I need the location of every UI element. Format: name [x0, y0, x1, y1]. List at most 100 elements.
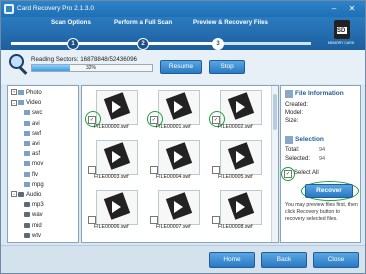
audio-icon	[24, 222, 30, 228]
file-checkbox[interactable]	[212, 216, 220, 224]
file-thumbnail[interactable]: ✓ FILE00000.swf	[85, 90, 138, 130]
file-name: FILE00004.swf	[156, 174, 191, 180]
file-thumbnail[interactable]: FILE00003.swf	[86, 140, 138, 180]
file-checkbox[interactable]	[88, 166, 96, 174]
tree-item-label: swf	[32, 130, 41, 137]
video-file-icon[interactable]	[220, 140, 262, 175]
tree-item[interactable]: wav	[24, 211, 43, 219]
recover-button[interactable]: Recover	[305, 184, 353, 198]
tree-item[interactable]: flv	[24, 171, 38, 179]
close-button[interactable]: Close	[313, 252, 359, 268]
home-button[interactable]: Home	[209, 252, 255, 268]
wizard-steps: Scan Options Perform a Full Scan Preview…	[1, 17, 365, 50]
folder-icon	[24, 151, 30, 157]
file-checkbox[interactable]: ✓	[88, 116, 96, 124]
video-file-icon[interactable]	[220, 190, 262, 225]
total-label: Total:	[285, 147, 300, 153]
tree-item[interactable]: swc	[24, 109, 42, 117]
expander-icon[interactable]: –	[11, 191, 17, 198]
tree-item[interactable]: wtv	[24, 232, 41, 240]
file-thumbnail[interactable]: FILE00008.swf	[210, 190, 262, 230]
back-button[interactable]: Back	[261, 252, 307, 268]
audio-icon	[24, 212, 30, 218]
file-name: FILE00003.swf	[94, 174, 129, 180]
sd-card-brand: MEMORY CARD	[327, 41, 355, 45]
sector-count: 16878848/52436096	[80, 56, 137, 63]
step-3-dot: 3	[212, 38, 224, 50]
folder-icon	[18, 100, 24, 106]
audio-icon	[24, 232, 30, 238]
select-all-checkbox[interactable]: ✓	[284, 170, 292, 178]
file-checkbox[interactable]: ✓	[212, 116, 220, 124]
expander-icon[interactable]: +	[11, 89, 17, 96]
tree-item-label: mp3	[32, 202, 44, 209]
close-window-button[interactable]: ✕	[345, 3, 359, 14]
file-name: FILE00001.swf	[156, 124, 191, 130]
tree-item[interactable]: mid	[24, 222, 42, 230]
scroll-thumb[interactable]	[273, 94, 277, 130]
magnifier-icon	[9, 54, 29, 75]
file-type-tree: + Photo – Video swc avi swf avi asf mov flv mpg – Aud…	[7, 85, 79, 243]
step-2-label: Perform a Full Scan	[114, 19, 173, 26]
file-thumbnail[interactable]: FILE00006.swf	[86, 190, 138, 230]
file-thumbnail[interactable]: ✓ FILE00001.swf	[147, 90, 200, 130]
folder-icon	[24, 110, 30, 116]
window-title: Card Recovery Pro 2.1.3.0	[17, 5, 94, 12]
tree-item[interactable]: asf	[24, 150, 40, 158]
tree-item[interactable]: swf	[24, 130, 41, 138]
folder-icon	[24, 140, 30, 146]
minimize-button[interactable]: –	[327, 3, 341, 14]
tree-item[interactable]: avi	[24, 140, 40, 148]
video-file-icon[interactable]	[96, 140, 138, 175]
file-thumbnail[interactable]: FILE00005.swf	[210, 140, 262, 180]
tree-item[interactable]: – Audio	[11, 191, 41, 199]
tree-item[interactable]: avi	[24, 120, 40, 128]
sd-card-logo: SD MEMORY CARD	[327, 17, 355, 49]
video-file-icon[interactable]	[158, 190, 200, 225]
file-checkbox[interactable]	[150, 166, 158, 174]
expander-icon[interactable]: –	[11, 99, 17, 106]
file-checkbox[interactable]	[88, 216, 96, 224]
scan-percent: 32%	[86, 65, 97, 71]
tree-item-label: Audio	[26, 192, 42, 198]
file-info-title: File Information	[295, 90, 344, 97]
selection-title: Selection	[295, 136, 324, 143]
folder-icon	[24, 171, 30, 177]
tree-item[interactable]: – Video	[11, 99, 41, 107]
step-1-label: Scan Options	[51, 19, 91, 26]
file-thumbnail[interactable]: FILE00007.swf	[148, 190, 200, 230]
scan-progress-fill	[32, 65, 71, 71]
file-name: FILE00007.swf	[156, 224, 191, 230]
tree-item[interactable]: mov	[24, 160, 43, 168]
tree-item-label: wtv	[32, 232, 41, 239]
video-file-icon[interactable]	[96, 90, 138, 125]
video-file-icon[interactable]	[220, 90, 262, 125]
tree-item-label: mpg	[32, 181, 44, 188]
tree-item-label: mid	[32, 222, 42, 229]
resume-button[interactable]: Resume	[160, 60, 202, 74]
tree-item[interactable]: mpg	[24, 181, 44, 189]
folder-icon	[24, 181, 30, 187]
file-checkbox[interactable]: ✓	[150, 116, 158, 124]
file-info-icon	[285, 90, 293, 98]
folder-icon	[24, 161, 30, 167]
model-label: Model:	[285, 110, 304, 116]
tree-item-label: asf	[32, 151, 41, 158]
file-checkbox[interactable]	[212, 166, 220, 174]
tree-item[interactable]: + Photo	[11, 89, 42, 97]
recover-tip: You may preview files first, then click …	[285, 202, 358, 222]
tree-item[interactable]: mp3	[24, 201, 44, 209]
file-thumbnail[interactable]: FILE00004.swf	[148, 140, 200, 180]
video-file-icon[interactable]	[96, 190, 138, 225]
file-checkbox[interactable]	[150, 216, 158, 224]
size-label: Size:	[285, 118, 299, 124]
video-file-icon[interactable]	[158, 90, 200, 125]
step-track-progress	[11, 42, 217, 45]
step-1-dot: 1	[67, 38, 79, 50]
select-all-label[interactable]: Select All	[294, 170, 319, 176]
file-thumbnail[interactable]: ✓ FILE00002.swf	[209, 90, 262, 130]
video-file-icon[interactable]	[158, 140, 200, 175]
title-bar: Card Recovery Pro 2.1.3.0 – ✕	[1, 1, 365, 17]
grid-scrollbar[interactable]	[271, 86, 278, 242]
stop-button[interactable]: Stop	[209, 60, 245, 74]
